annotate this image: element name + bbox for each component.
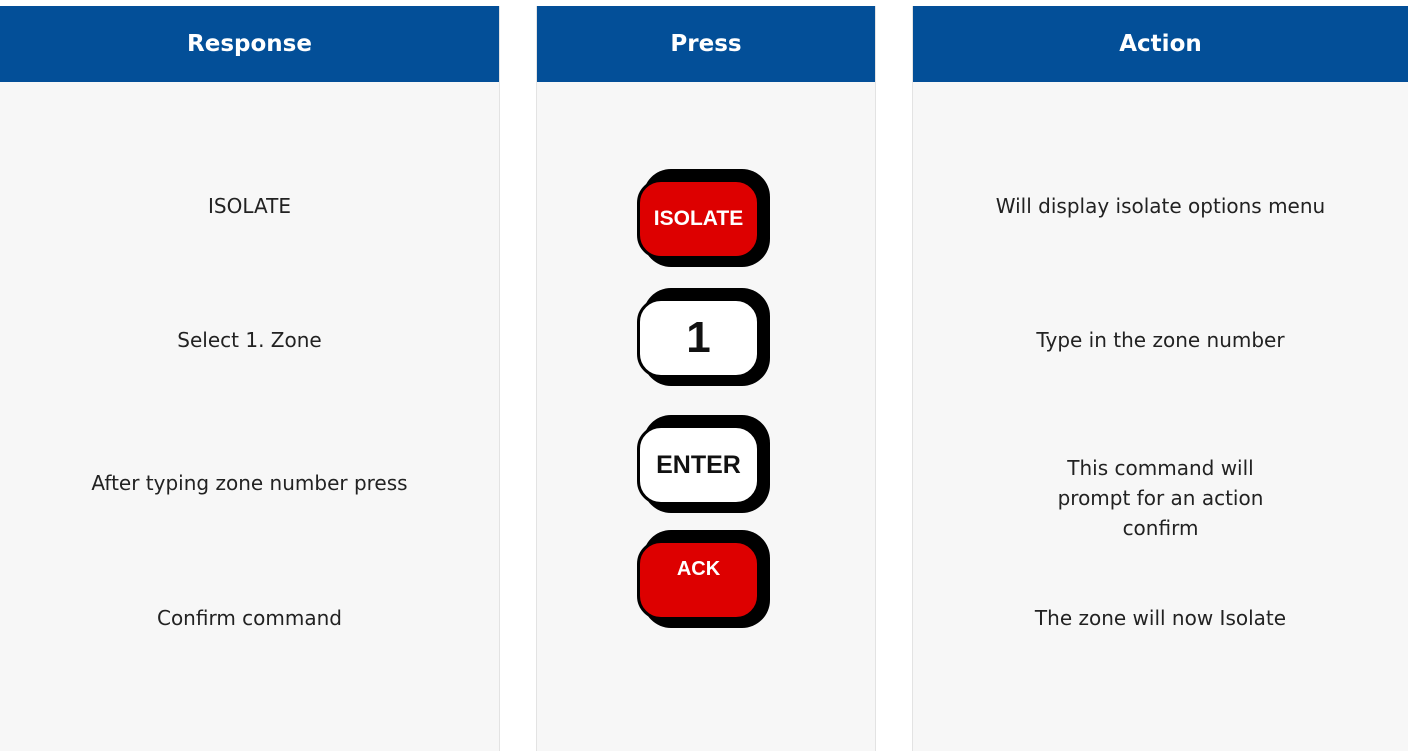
enter-key-label: ENTER — [637, 425, 760, 505]
response-row-1: ISOLATE — [208, 194, 291, 218]
response-header: Response — [0, 6, 499, 82]
press-column: Press ISOLATE 1 ENTER ACK — [536, 6, 876, 751]
isolate-key-label: ISOLATE — [637, 179, 760, 259]
action-row-2: Type in the zone number — [1036, 328, 1285, 352]
action-row-4: The zone will now Isolate — [1034, 606, 1287, 630]
press-header: Press — [537, 6, 875, 82]
action-column: Action Will display isolate options menu… — [912, 6, 1408, 751]
digit-one-key-label: 1 — [637, 298, 760, 378]
enter-key[interactable]: ENTER — [637, 415, 777, 515]
ack-key-label: ACK — [637, 540, 760, 620]
action-row-3: This command will prompt for an action c… — [1057, 456, 1264, 540]
response-row-4: Confirm command — [156, 606, 342, 630]
ack-key[interactable]: ACK — [637, 530, 777, 630]
isolate-key[interactable]: ISOLATE — [637, 169, 777, 269]
action-header: Action — [913, 6, 1408, 82]
response-row-3: After typing zone number press — [91, 471, 408, 495]
response-column: Response ISOLATE Select 1. Zone After ty… — [0, 6, 500, 751]
digit-one-key[interactable]: 1 — [637, 288, 777, 388]
action-row-1: Will display isolate options menu — [995, 194, 1326, 218]
response-row-2: Select 1. Zone — [177, 328, 322, 352]
